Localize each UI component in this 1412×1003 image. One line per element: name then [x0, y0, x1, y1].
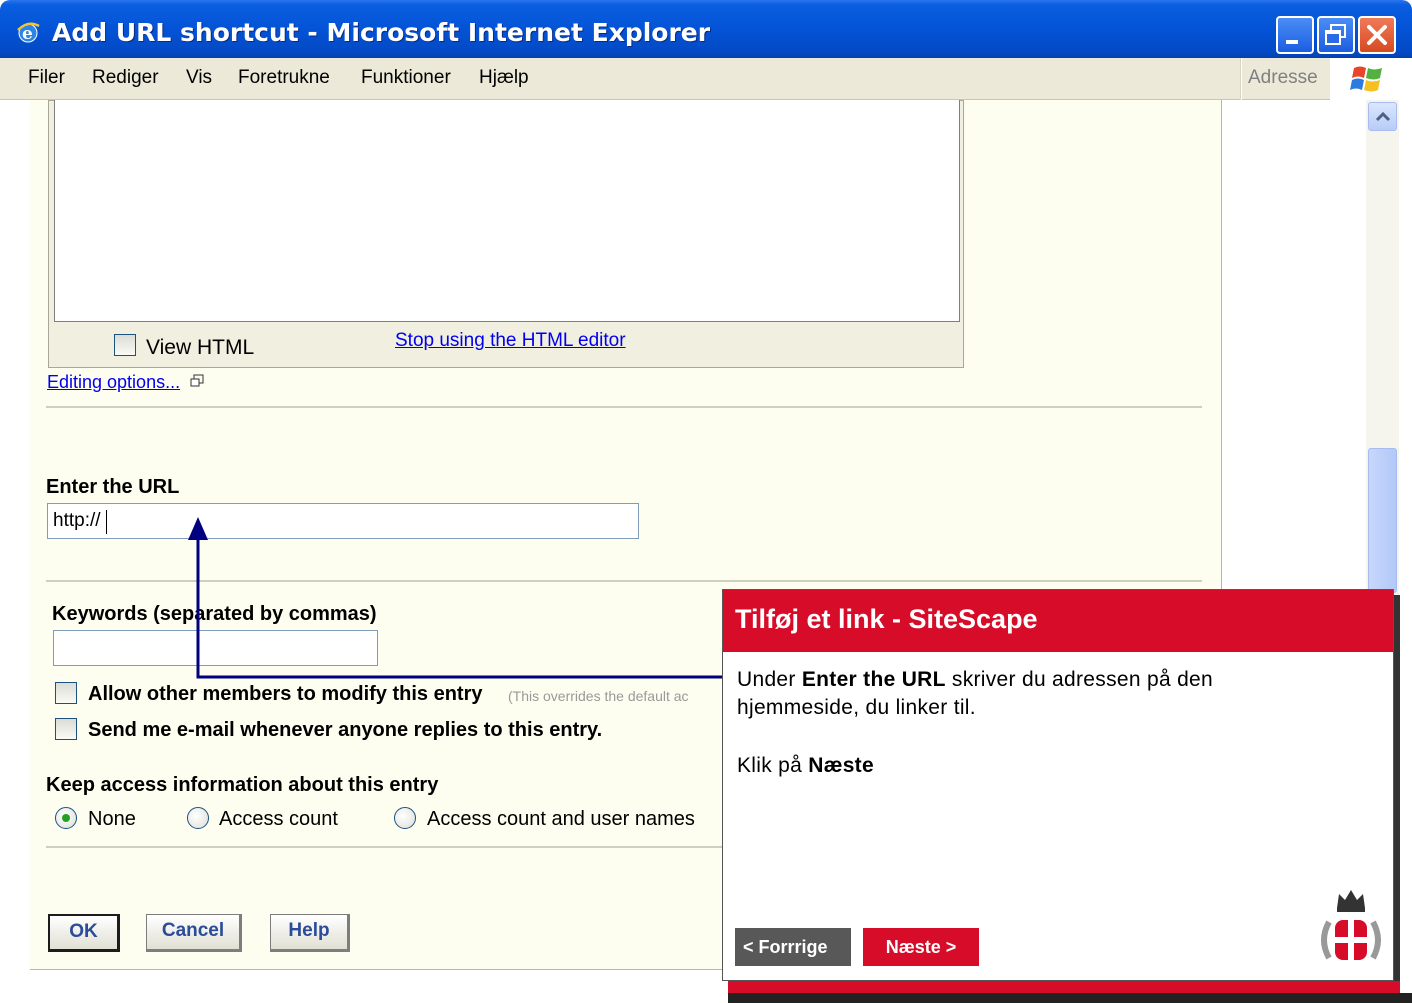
popup-instruction-line1: Under Enter the URL skriver du adressen … [737, 668, 1213, 692]
previous-button[interactable]: < Forrrige [735, 928, 851, 966]
crown-crest-logo-icon [1321, 890, 1381, 960]
popup-title: Tilføj et link - SiteScape [735, 604, 1038, 634]
popup-bottom-bar [728, 981, 1400, 993]
popup-shadow [728, 993, 1412, 1003]
popup-instruction-line2: hjemmeside, du linker til. [737, 696, 976, 719]
next-button[interactable]: Næste > [863, 928, 979, 966]
popup-text: Under [737, 668, 802, 691]
popup-text: Klik på [737, 754, 809, 777]
popup-header: Tilføj et link - SiteScape [723, 590, 1393, 652]
popup-text: skriver du adressen på den [945, 668, 1214, 691]
popup-instruction-line3: Klik på Næste [737, 754, 874, 778]
popup-bold-text: Næste [808, 754, 874, 777]
popup-bold-text: Enter the URL [801, 668, 946, 691]
tutorial-popup: Tilføj et link - SiteScape Under Enter t… [722, 589, 1394, 981]
